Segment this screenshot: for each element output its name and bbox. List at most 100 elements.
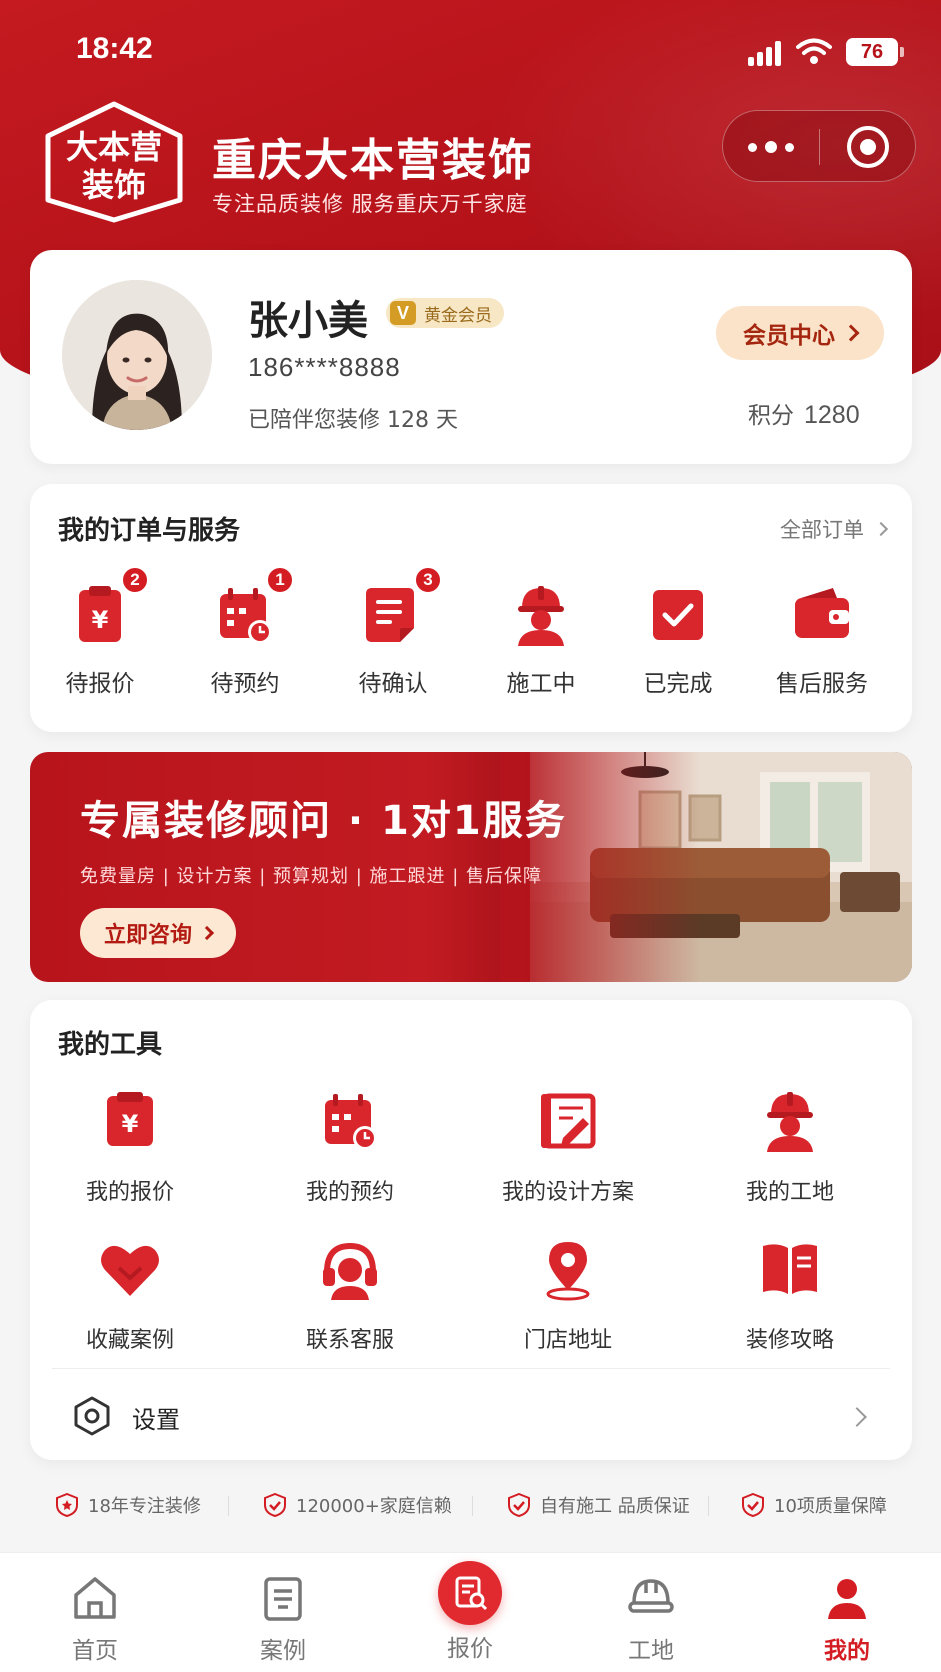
tool-my-appointment[interactable]: 我的预约 [250,1086,450,1206]
tool-label: 收藏案例 [85,1328,174,1353]
banner-title: 专属装修顾问 · 1对1服务 [80,798,567,844]
order-label: 施工中 [506,671,576,697]
chevron-right-icon [199,925,215,941]
svg-text:¥: ¥ [122,1110,139,1138]
book-icon [755,1234,825,1304]
logo-line2: 装饰 [81,166,146,204]
order-label: 已完成 [643,671,713,697]
tab-quote[interactable]: 报价 [395,1553,545,1663]
heart-icon [95,1234,165,1304]
member-center-button[interactable]: 会员中心 [716,306,884,360]
consult-now-button[interactable]: 立即咨询 [80,908,236,958]
order-pending-appointment[interactable]: 1 待预约 [175,566,315,698]
order-label: 待确认 [358,671,428,697]
vip-level: 黄金会员 [424,305,492,326]
tab-label: 首页 [72,1638,118,1664]
all-orders-link[interactable]: 全部订单 [780,514,889,544]
home-icon [74,1577,116,1619]
calendar-icon: 1 [210,566,294,650]
tab-label: 案例 [260,1638,306,1664]
tool-label: 我的预约 [305,1180,394,1205]
trust-item: 自有施工 品质保证 [508,1492,690,1518]
tab-mine[interactable]: 我的 [772,1553,922,1665]
tool-guide[interactable]: 装修攻略 [690,1234,890,1354]
close-target-icon[interactable] [847,126,889,168]
shield-check-icon [264,1493,286,1517]
settings-label: 设置 [132,1406,180,1434]
calendar-icon [315,1086,385,1156]
quote-tab-icon [438,1561,502,1625]
tool-my-quote[interactable]: ¥ 我的报价 [30,1086,230,1206]
tab-label: 我的 [824,1638,870,1664]
tool-label: 我的报价 [85,1180,174,1205]
order-label: 待预约 [210,671,280,697]
trust-text: 120000+家庭信赖 [296,1496,452,1517]
trust-item: 18年专注装修 [56,1492,201,1518]
trust-item: 120000+家庭信赖 [264,1492,452,1518]
tab-label: 报价 [447,1636,493,1662]
wifi-icon [796,38,832,64]
order-badge: 2 [121,566,149,594]
status-bar: 18:42 76 [0,0,941,100]
shield-star-icon [56,1493,78,1517]
user-phone: 186****8888 [248,352,401,382]
brand-logo: 大本营 装饰 [42,100,186,224]
tab-cases[interactable]: 案例 [208,1553,358,1665]
mini-program-capsule [722,110,916,182]
more-options-icon[interactable] [723,111,819,183]
status-time: 18:42 [76,32,153,65]
orders-card: 我的订单与服务 全部订单 ¥ 2 待报价 1 待预约 3 待确认 施工中 已完成… [30,484,912,732]
orders-title: 我的订单与服务 [58,516,241,546]
avatar[interactable] [62,280,212,430]
user-icon [828,1579,866,1619]
helmet-icon [628,1579,674,1613]
chevron-right-icon [847,1407,867,1427]
document-icon: 3 [358,566,442,650]
tool-label: 联系客服 [305,1328,394,1353]
points-label: 积分 [748,403,794,429]
all-orders-label: 全部订单 [780,518,864,542]
profile-card: 张小美 V 黄金会员 186****8888 已陪伴您装修 128 天 会员中心… [30,250,912,464]
tool-store-address[interactable]: 门店地址 [468,1234,668,1354]
tool-my-site[interactable]: 我的工地 [690,1086,890,1206]
order-completed[interactable]: 已完成 [608,580,748,698]
trust-bar: 18年专注装修 120000+家庭信赖 自有施工 品质保证 10项质量保障 [0,1488,941,1522]
vip-icon: V [390,301,416,325]
settings-icon [74,1396,110,1436]
order-badge: 3 [414,566,442,594]
banner-subtitle: 免费量房 | 设计方案 | 预算规划 | 施工跟进 | 售后保障 [80,866,543,887]
points-value: 1280 [804,401,860,429]
settings-row[interactable]: 设置 [30,1370,912,1460]
trust-item: 10项质量保障 [742,1492,887,1518]
tool-favorite-cases[interactable]: 收藏案例 [30,1234,230,1354]
order-pending-quote[interactable]: ¥ 2 待报价 [30,566,170,698]
worker-icon [755,1086,825,1156]
headset-icon [315,1234,385,1304]
brand-name: 重庆大本营装饰 [212,135,534,186]
location-icon [533,1234,603,1304]
tool-customer-service[interactable]: 联系客服 [250,1234,450,1354]
trust-text: 18年专注装修 [88,1496,201,1517]
member-center-label: 会员中心 [743,323,835,349]
order-after-sales[interactable]: 售后服务 [752,580,892,698]
points[interactable]: 积分 1280 [748,396,860,430]
order-pending-confirm[interactable]: 3 待确认 [323,566,463,698]
trust-text: 10项质量保障 [774,1496,887,1517]
tab-bar: 首页 案例 报价 工地 我的 [0,1552,941,1672]
wallet-icon [787,580,857,650]
order-badge: 1 [266,566,294,594]
tab-site[interactable]: 工地 [576,1553,726,1665]
order-label: 售后服务 [776,671,868,697]
tab-home[interactable]: 首页 [20,1553,170,1665]
accompany-days: 已陪伴您装修 128 天 [248,408,458,433]
quote-icon: ¥ [95,1086,165,1156]
consult-now-label: 立即咨询 [103,923,192,948]
consultant-banner[interactable]: 专属装修顾问 · 1对1服务 免费量房 | 设计方案 | 预算规划 | 施工跟进… [30,752,912,982]
logo-line1: 大本营 [65,128,162,166]
order-in-construction[interactable]: 施工中 [471,580,611,698]
battery-icon: 76 [846,38,904,66]
tool-label: 我的工地 [745,1180,834,1205]
tool-my-design[interactable]: 我的设计方案 [468,1086,668,1206]
check-icon [643,580,713,650]
brand-slogan: 专注品质装修 服务重庆万千家庭 [212,192,528,216]
